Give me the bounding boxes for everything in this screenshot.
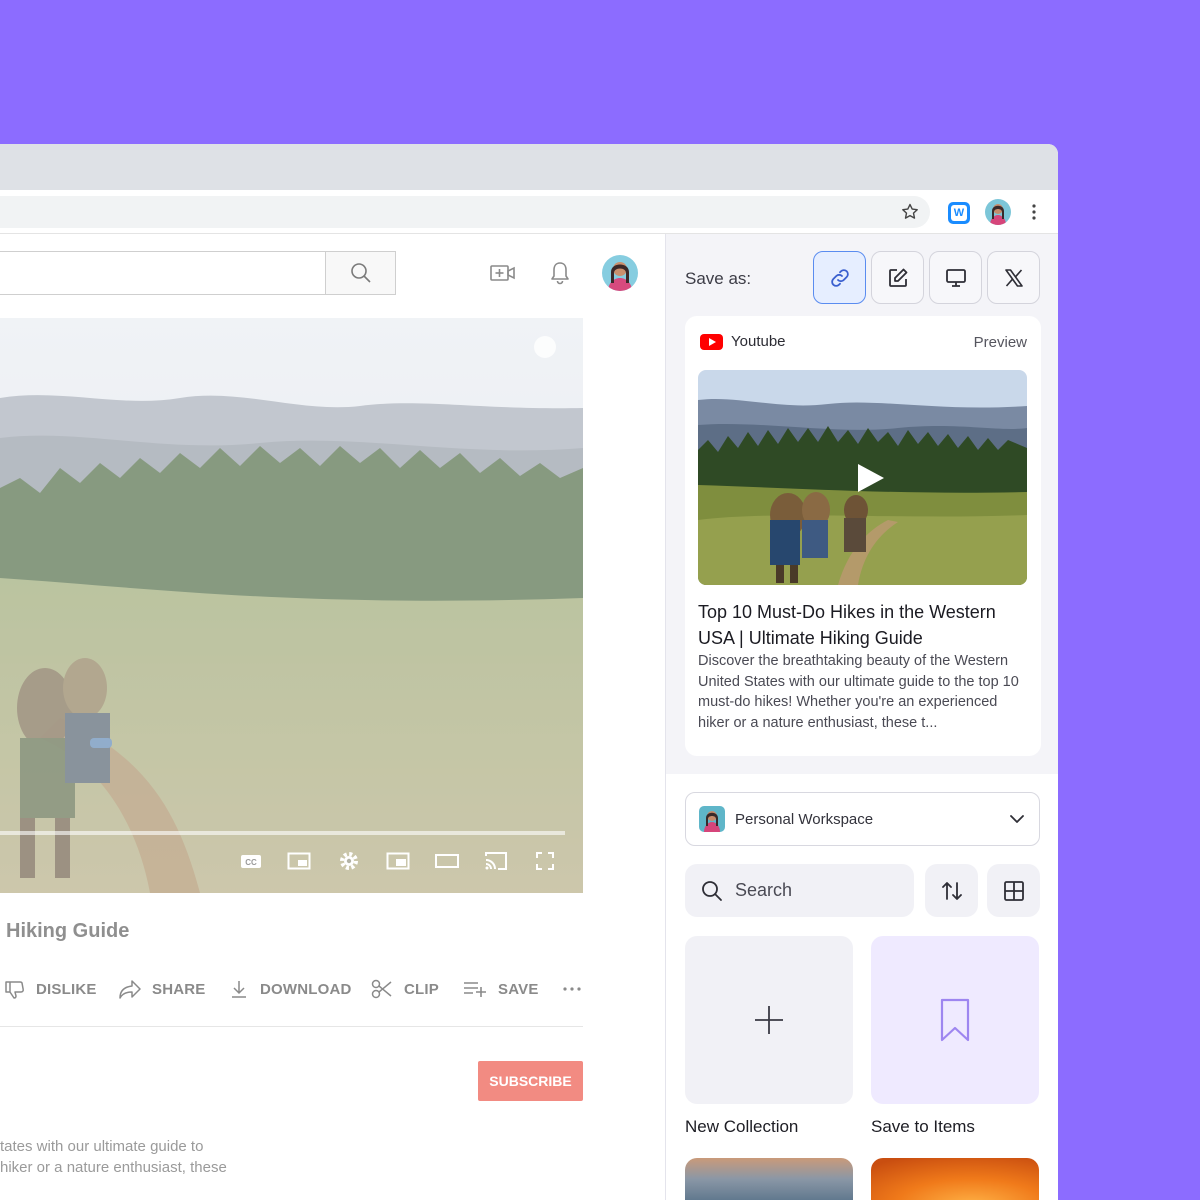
dislike-label: DISLIKE [36, 980, 97, 998]
collection-search [685, 864, 914, 917]
save-to-items-tile[interactable] [871, 936, 1039, 1104]
card-source: Youtube [700, 333, 786, 350]
plus-icon [755, 1006, 783, 1034]
chevron-down-icon [1010, 815, 1024, 823]
share-button[interactable]: SHARE [118, 974, 206, 1004]
video-title: Hiking Guide [6, 920, 130, 942]
clip-label: CLIP [404, 980, 439, 998]
video-player[interactable]: CC [0, 318, 583, 893]
download-button[interactable]: DOWNLOAD [228, 974, 352, 1004]
more-vert-icon[interactable] [1026, 202, 1042, 222]
link-icon [830, 268, 849, 287]
screen-icon [945, 268, 966, 287]
share-icon [119, 980, 141, 999]
youtube-search-button[interactable] [325, 251, 396, 295]
search-input[interactable] [735, 880, 895, 901]
panel-collections-section: Personal Workspace New Collection Save t… [666, 774, 1058, 1200]
sort-button[interactable] [925, 864, 978, 917]
save-as-link-button[interactable] [813, 251, 866, 304]
workspace-avatar [699, 806, 725, 832]
playlist-add-icon [464, 982, 486, 997]
video-progress-bar[interactable] [0, 831, 565, 835]
description-line: hiker or a nature enthusiast, these [0, 1159, 227, 1176]
tab-strip [0, 144, 1058, 190]
captions-button[interactable]: CC [238, 848, 264, 874]
more-actions-button[interactable] [561, 974, 583, 1004]
youtube-search-input[interactable] [0, 251, 326, 295]
save-as-note-button[interactable] [871, 251, 924, 304]
sort-icon [941, 881, 962, 900]
download-icon [232, 981, 246, 998]
share-label: SHARE [152, 980, 206, 998]
extension-icon-label: W [951, 205, 967, 221]
video-overlay [0, 318, 583, 893]
thumbs-down-icon [5, 981, 24, 999]
scissors-icon [371, 979, 392, 999]
avatar[interactable] [985, 199, 1011, 225]
video-plus-icon[interactable] [489, 261, 517, 285]
save-side-panel: Save as: Youtube Preview Top 10 Must-Do … [665, 234, 1058, 1200]
dislike-button[interactable]: DISLIKE [4, 974, 97, 1004]
download-label: DOWNLOAD [260, 980, 352, 998]
description-line: tates with our ultimate guide to [0, 1138, 204, 1155]
video-controls: CC [236, 848, 566, 878]
save-label: SAVE [498, 980, 539, 998]
avatar[interactable] [602, 255, 638, 291]
bell-icon[interactable] [548, 260, 572, 286]
note-edit-icon [888, 268, 907, 287]
pip-icon[interactable] [385, 848, 411, 874]
divider [0, 1026, 583, 1027]
extension-icon[interactable]: W [948, 202, 970, 224]
save-as-label: Save as: [685, 269, 752, 288]
card-description: Discover the breathtaking beauty of the … [698, 653, 1019, 731]
youtube-page: CC Hiking Guide DISLIKE SHARE DOWNLOAD C… [0, 234, 665, 1200]
play-icon [858, 464, 884, 492]
info-icon[interactable] [534, 336, 556, 358]
new-collection-tile[interactable] [685, 936, 853, 1104]
clip-button[interactable]: CLIP [370, 974, 439, 1004]
settings-icon[interactable] [336, 848, 362, 874]
omnibox[interactable] [0, 196, 930, 228]
search-icon [702, 880, 722, 901]
cast-icon[interactable] [483, 848, 509, 874]
panel-preview-section: Save as: Youtube Preview Top 10 Must-Do … [666, 234, 1058, 774]
new-collection-label: New Collection [685, 1117, 799, 1136]
browser-window: W CC Hiking Guide DISLIKE SHARE DOWNLOAD… [0, 144, 1058, 1200]
fullscreen-icon[interactable] [532, 848, 558, 874]
video-description: tates with our ultimate guide to hiker o… [0, 1136, 300, 1178]
collection-thumbnail[interactable] [871, 1158, 1039, 1200]
save-button[interactable]: SAVE [462, 974, 539, 1004]
card-thumbnail[interactable] [698, 370, 1027, 585]
save-to-items-label: Save to Items [871, 1117, 975, 1136]
preview-link[interactable]: Preview [974, 334, 1027, 351]
video-actions: DISLIKE SHARE DOWNLOAD CLIP SAVE [0, 974, 600, 1004]
subscribe-button[interactable]: SUBSCRIBE [478, 1061, 583, 1101]
captions-label: CC [245, 858, 257, 867]
miniplayer-icon[interactable] [286, 848, 312, 874]
save-as-x-button[interactable] [987, 251, 1040, 304]
x-logo-icon [1004, 268, 1023, 287]
theater-mode-icon[interactable] [434, 848, 460, 874]
save-as-screenshot-button[interactable] [929, 251, 982, 304]
workspace-label: Personal Workspace [735, 810, 874, 828]
card-title: Top 10 Must-Do Hikes in the Western USA … [698, 602, 996, 648]
bookmark-icon [940, 998, 970, 1042]
more-horiz-icon [563, 987, 581, 991]
star-icon[interactable] [900, 202, 920, 222]
workspace-selector[interactable]: Personal Workspace [685, 792, 1040, 846]
collection-thumbnail[interactable] [685, 1158, 853, 1200]
youtube-logo-icon [700, 333, 723, 350]
preview-card: Youtube Preview Top 10 Must-Do Hikes in … [685, 316, 1041, 756]
source-label: Youtube [731, 333, 786, 350]
search-icon [350, 263, 371, 283]
grid-icon [1003, 880, 1024, 901]
grid-view-button[interactable] [987, 864, 1040, 917]
